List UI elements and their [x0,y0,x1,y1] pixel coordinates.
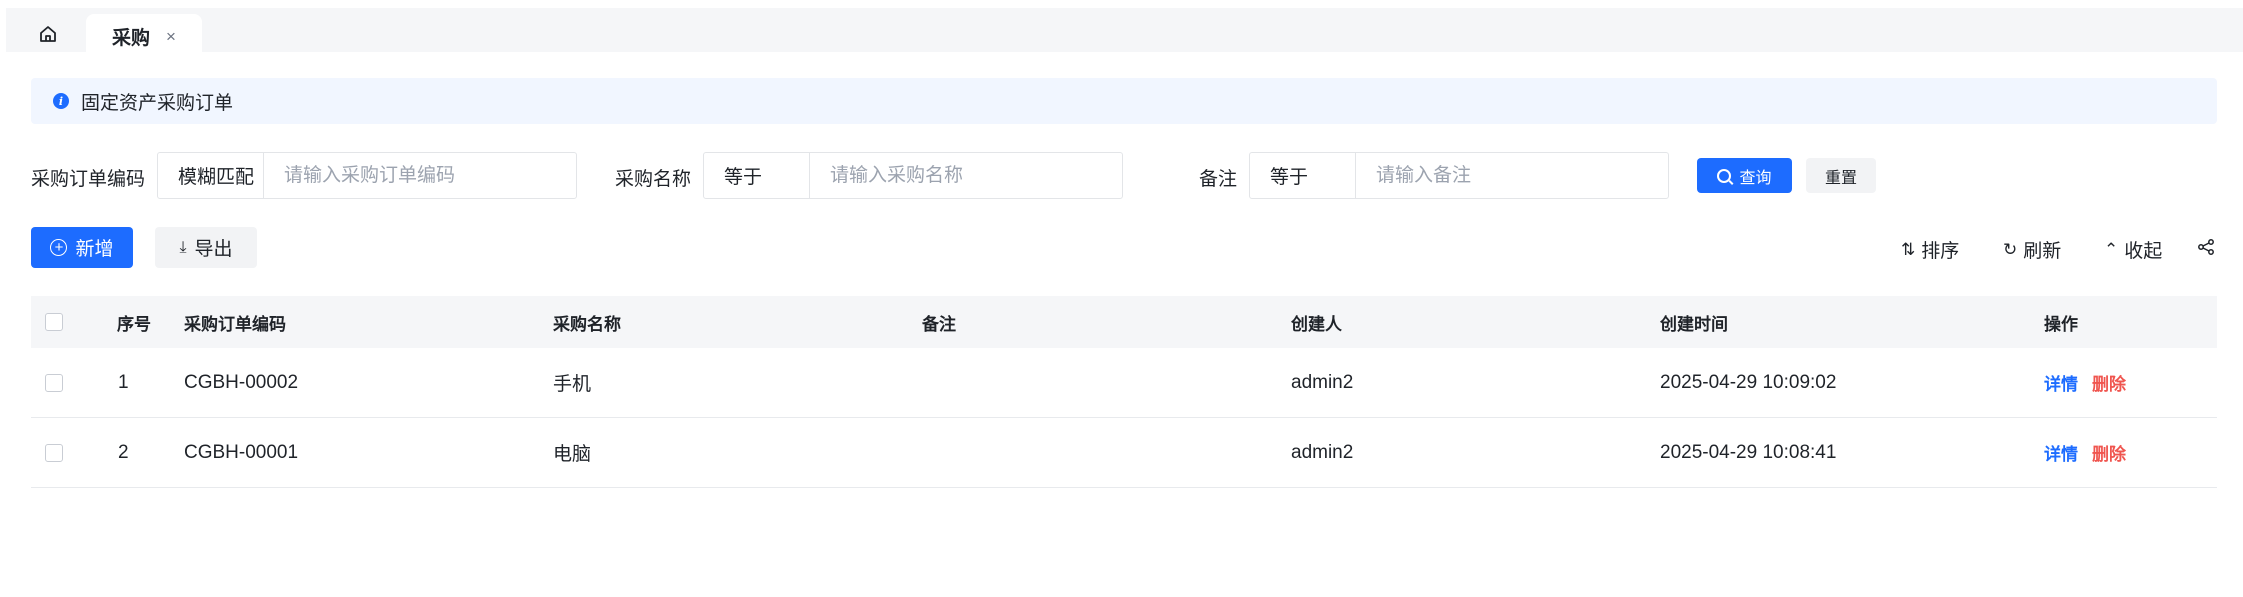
column-header: 创建时间 [1660,314,1728,334]
purchase-name-label: 采购名称 [615,169,692,190]
plus-circle-icon: + [50,239,68,256]
search-icon [1717,168,1732,183]
purchase-name-operator-select[interactable]: 等于 [704,153,810,198]
purchase-order-table: 序号 采购订单编码 采购名称 备注 创建人 创建时间 操作 1 CGBH-000… [31,296,2217,488]
row-checkbox[interactable] [45,348,63,417]
sort-button[interactable]: ⇅ 排序 [1901,236,1959,263]
banner-text: 固定资产采购订单 [81,92,234,114]
row-name: 电脑 [553,444,592,465]
row-actions: 详情 删除 [2044,348,2126,417]
sort-icon: ⇅ [1901,239,1916,259]
refresh-icon: ↻ [2003,239,2018,259]
row-actions: 详情 删除 [2044,418,2126,487]
row-creator: admin2 [1291,441,1354,463]
refresh-label: 刷新 [2023,241,2062,262]
checkbox-box [45,313,63,331]
row-creator: admin2 [1291,371,1354,393]
export-button-label: 导出 [194,239,233,260]
row-code: CGBH-00001 [184,441,299,463]
collapse-label: 收起 [2124,241,2163,262]
collapse-button[interactable]: ⌃ 收起 [2104,236,2162,263]
query-button-label: 查询 [1739,169,1772,187]
column-header: 采购订单编码 [184,314,286,334]
order-code-label: 采购订单编码 [31,169,146,190]
row-checkbox[interactable] [45,418,63,487]
detail-link[interactable]: 详情 [2044,440,2078,465]
chevron-up-icon: ⌃ [2104,239,2119,259]
tab-purchase-label: 采购 [112,27,151,49]
row-created-at: 2025-04-29 10:08:41 [1660,441,1837,463]
row-created-at: 2025-04-29 10:09:02 [1660,371,1837,393]
row-code: CGBH-00002 [184,371,299,393]
info-banner: i 固定资产采购订单 [31,78,2217,124]
purchase-name-field: 等于 [703,152,1123,199]
share-icon[interactable] [2197,238,2215,256]
table-header: 序号 采购订单编码 采购名称 备注 创建人 创建时间 操作 [31,296,2217,348]
remark-field: 等于 [1249,152,1669,199]
row-index: 1 [118,371,129,393]
query-button[interactable]: 查询 [1697,158,1792,193]
delete-link[interactable]: 删除 [2092,440,2126,465]
close-icon[interactable]: × [166,28,176,45]
row-index: 2 [118,441,129,463]
column-header: 创建人 [1291,314,1342,334]
row-name: 手机 [553,374,592,395]
add-button-label: 新增 [75,239,114,260]
remark-label: 备注 [1199,169,1238,190]
detail-link[interactable]: 详情 [2044,370,2078,395]
purchase-name-input[interactable] [810,153,1122,198]
export-button[interactable]: ⤓ 导出 [155,227,257,268]
tab-purchase[interactable]: 采购 × [86,14,202,58]
column-header: 操作 [2044,314,2078,334]
order-code-input[interactable] [264,153,576,198]
reset-button[interactable]: 重置 [1806,158,1876,193]
checkbox-box [45,443,63,462]
tab-bar: 采购 × [6,8,2243,58]
column-header: 采购名称 [553,314,621,334]
sort-label: 排序 [1921,241,1960,262]
table-row: 1 CGBH-00002 手机 admin2 2025-04-29 10:09:… [31,348,2217,418]
home-icon[interactable] [36,22,60,46]
checkbox-box [45,373,63,392]
table-row: 2 CGBH-00001 电脑 admin2 2025-04-29 10:08:… [31,418,2217,488]
remark-input[interactable] [1356,153,1668,198]
column-header: 备注 [922,314,956,334]
refresh-button[interactable]: ↻ 刷新 [2003,236,2061,263]
info-icon: i [53,93,69,109]
order-code-operator-select[interactable]: 模糊匹配 [158,153,264,198]
remark-operator-select[interactable]: 等于 [1250,153,1356,198]
delete-link[interactable]: 删除 [2092,370,2126,395]
select-all-checkbox[interactable] [45,296,63,348]
column-header: 序号 [117,314,151,334]
download-icon: ⤓ [179,238,187,256]
add-button[interactable]: + 新增 [31,227,133,268]
order-code-field: 模糊匹配 [157,152,577,199]
